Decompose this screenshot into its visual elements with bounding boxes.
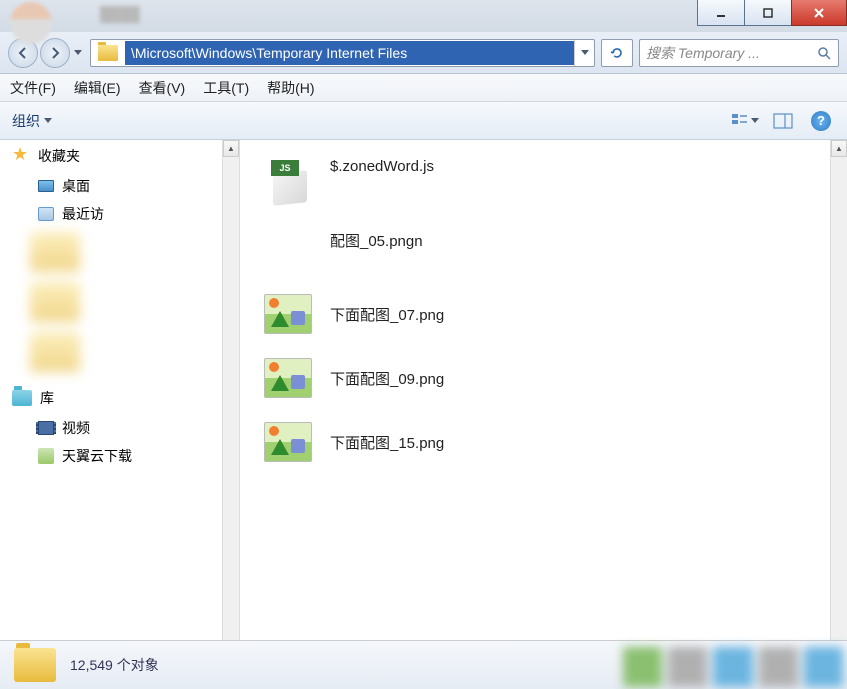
desktop-icon <box>38 180 54 192</box>
file-item[interactable]: 下面配图_07.png <box>260 282 827 346</box>
sidebar-libraries-header[interactable]: 库 <box>0 382 239 414</box>
libraries-icon <box>12 390 32 406</box>
file-icon <box>260 418 316 466</box>
recent-places-icon <box>38 207 54 221</box>
image-file-icon <box>264 422 312 462</box>
forward-button[interactable] <box>40 38 70 68</box>
organize-label: 组织 <box>12 111 40 131</box>
title-bar: ████ <box>0 0 847 32</box>
window-controls <box>698 0 847 32</box>
minimize-icon <box>715 7 727 19</box>
main-area: ▲ 收藏夹 桌面 最近访 库 视频 天翼云下载 <box>0 140 847 641</box>
file-name: 下面配图_09.png <box>330 368 444 389</box>
back-arrow-icon <box>16 46 30 60</box>
sidebar-item-recent[interactable]: 最近访 <box>0 200 239 228</box>
sidebar-item-desktop[interactable]: 桌面 <box>0 172 239 200</box>
sidebar-item-label: 视频 <box>62 418 90 438</box>
preview-pane-icon <box>773 113 793 129</box>
file-item[interactable]: 下面配图_09.png <box>260 346 827 410</box>
forward-arrow-icon <box>48 46 62 60</box>
address-bar[interactable]: \Microsoft\Windows\Temporary Internet Fi… <box>90 39 595 67</box>
sidebar-item-label: 桌面 <box>62 176 90 196</box>
chevron-down-icon <box>44 118 52 123</box>
view-options-button[interactable] <box>731 109 759 133</box>
menu-edit[interactable]: 编辑(E) <box>74 78 121 98</box>
nav-arrows <box>8 38 84 68</box>
file-list: JS $.zonedWord.js 配图_05.pngn 下面配图_07.png <box>240 140 847 484</box>
help-icon: ? <box>811 111 831 131</box>
sidebar-item-videos[interactable]: 视频 <box>0 414 239 442</box>
download-icon <box>38 448 54 464</box>
preview-pane-button[interactable] <box>769 109 797 133</box>
user-avatar <box>10 2 52 44</box>
search-icon <box>816 45 832 61</box>
refresh-icon <box>609 45 625 61</box>
file-item[interactable]: 配图_05.pngn <box>260 216 827 282</box>
file-icon <box>260 290 316 338</box>
search-box[interactable]: 搜索 Temporary ... <box>639 39 839 67</box>
sidebar-blurred-items <box>30 232 219 372</box>
file-icon <box>260 224 316 272</box>
sidebar-item-label: 天翼云下载 <box>62 446 132 466</box>
maximize-icon <box>762 7 774 19</box>
chevron-down-icon <box>74 50 82 55</box>
file-item[interactable]: JS $.zonedWord.js <box>260 150 827 216</box>
file-icon: JS <box>260 158 316 206</box>
status-bar: 12,549 个对象 <box>0 641 847 689</box>
search-placeholder: 搜索 Temporary ... <box>646 43 816 63</box>
file-item[interactable]: 下面配图_15.png <box>260 410 827 474</box>
close-icon <box>812 6 826 20</box>
chevron-down-icon <box>751 118 759 123</box>
scroll-up-button[interactable]: ▲ <box>831 140 847 157</box>
address-folder-icon <box>95 42 121 64</box>
close-button[interactable] <box>791 0 847 26</box>
sidebar-scrollbar[interactable]: ▲ <box>222 140 239 640</box>
status-folder-icon <box>14 648 56 682</box>
file-name: 下面配图_07.png <box>330 304 444 325</box>
menu-tools[interactable]: 工具(T) <box>203 78 249 98</box>
view-options-icon <box>731 113 749 129</box>
minimize-button[interactable] <box>697 0 745 26</box>
sidebar-favorites-header[interactable]: 收藏夹 <box>0 140 239 172</box>
chevron-down-icon <box>581 50 589 55</box>
sidebar-item-tianyi-download[interactable]: 天翼云下载 <box>0 442 239 470</box>
file-content-pane: ▲ JS $.zonedWord.js 配图_05.pngn 下面配图_07.p… <box>240 140 847 640</box>
libraries-label: 库 <box>40 388 54 408</box>
image-file-icon <box>264 358 312 398</box>
address-dropdown[interactable] <box>574 40 594 66</box>
content-scrollbar[interactable]: ▲ <box>830 140 847 640</box>
nav-history-dropdown[interactable] <box>72 38 84 68</box>
sidebar-item-label: 最近访 <box>62 204 104 224</box>
scroll-up-button[interactable]: ▲ <box>223 140 239 157</box>
sidebar: ▲ 收藏夹 桌面 最近访 库 视频 天翼云下载 <box>0 140 240 640</box>
status-blurred-area <box>623 647 843 687</box>
file-name: 配图_05.pngn <box>330 224 423 251</box>
status-count: 12,549 个对象 <box>70 655 159 675</box>
favorites-label: 收藏夹 <box>38 146 80 166</box>
address-path[interactable]: \Microsoft\Windows\Temporary Internet Fi… <box>125 41 574 65</box>
file-name: 下面配图_15.png <box>330 432 444 453</box>
help-button[interactable]: ? <box>807 109 835 133</box>
file-name: $.zonedWord.js <box>330 158 434 175</box>
image-file-icon <box>264 294 312 334</box>
menu-file[interactable]: 文件(F) <box>10 78 56 98</box>
nav-bar: \Microsoft\Windows\Temporary Internet Fi… <box>0 32 847 74</box>
toolbar: 组织 ? <box>0 102 847 140</box>
video-icon <box>38 421 54 435</box>
js-file-icon: JS <box>265 160 311 204</box>
maximize-button[interactable] <box>744 0 792 26</box>
file-icon <box>260 354 316 402</box>
menu-view[interactable]: 查看(V) <box>139 78 186 98</box>
window-title-blurred: ████ <box>100 6 140 22</box>
refresh-button[interactable] <box>601 39 633 67</box>
menu-bar: 文件(F) 编辑(E) 查看(V) 工具(T) 帮助(H) <box>0 74 847 102</box>
favorites-star-icon <box>12 147 30 165</box>
menu-help[interactable]: 帮助(H) <box>267 78 314 98</box>
organize-button[interactable]: 组织 <box>12 111 52 131</box>
